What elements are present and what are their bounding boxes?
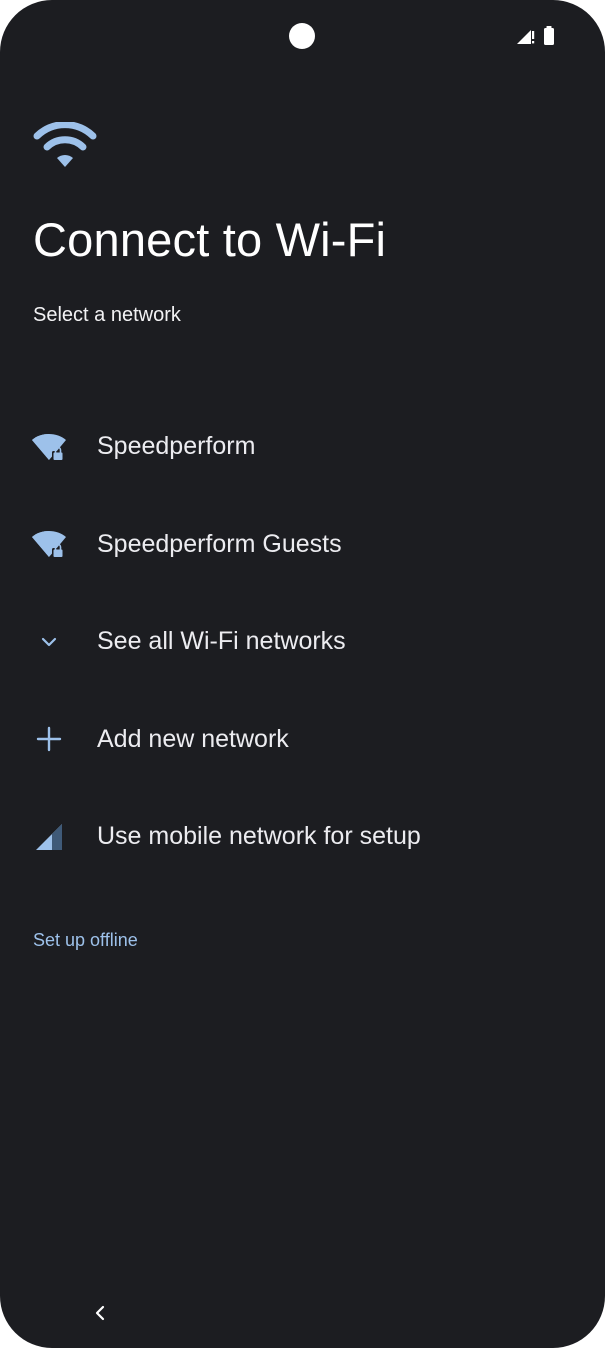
- network-label: Speedperform: [97, 432, 256, 461]
- see-all-networks-button[interactable]: See all Wi-Fi networks: [0, 593, 605, 691]
- add-new-network-button[interactable]: Add new network: [0, 691, 605, 789]
- phone-screen: Connect to Wi-Fi Select a network Speedp…: [0, 0, 605, 1348]
- set-up-offline-link[interactable]: Set up offline: [33, 930, 138, 951]
- add-new-network-label: Add new network: [97, 724, 289, 753]
- wifi-lock-icon: [30, 430, 68, 464]
- wifi-lock-icon: [30, 527, 68, 561]
- back-button[interactable]: [86, 1300, 114, 1330]
- use-mobile-network-button[interactable]: Use mobile network for setup: [0, 788, 605, 886]
- see-all-networks-label: See all Wi-Fi networks: [97, 627, 346, 656]
- battery-icon: [543, 26, 555, 51]
- chevron-down-icon: [30, 625, 68, 659]
- page-subtitle: Select a network: [33, 304, 181, 326]
- back-icon: [93, 1303, 107, 1328]
- network-item-speedperform[interactable]: Speedperform: [0, 398, 605, 496]
- page-title: Connect to Wi-Fi: [33, 213, 387, 266]
- network-label: Speedperform Guests: [97, 529, 342, 558]
- plus-icon: [30, 722, 68, 756]
- front-camera: [289, 23, 315, 49]
- status-bar: [515, 26, 555, 51]
- cellular-signal-icon: [30, 820, 68, 854]
- use-mobile-network-label: Use mobile network for setup: [97, 822, 421, 851]
- network-item-speedperform-guests[interactable]: Speedperform Guests: [0, 496, 605, 594]
- wifi-icon: [33, 121, 97, 168]
- signal-alert-icon: [515, 27, 535, 50]
- network-list: Speedperform Speedperform Guests See all…: [0, 398, 605, 886]
